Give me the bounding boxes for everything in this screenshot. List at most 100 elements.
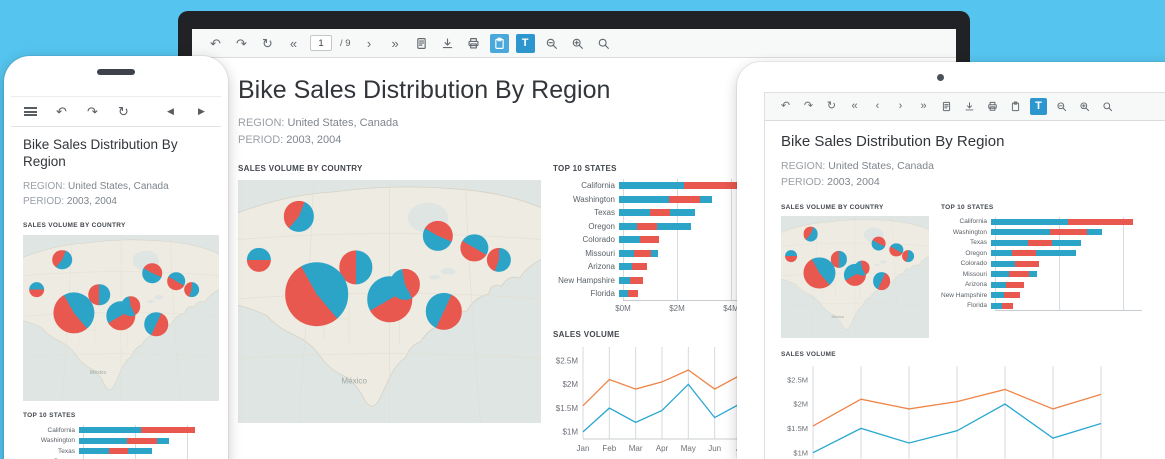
zoom-out-icon [1056, 101, 1067, 112]
download-button[interactable] [961, 98, 978, 115]
bar-category-label: Florida [553, 289, 619, 298]
bar-segment [1029, 271, 1037, 277]
next-page-button[interactable]: ▶ [192, 102, 211, 121]
bar-category-label: Missouri [553, 249, 619, 258]
svg-text:$1M: $1M [562, 427, 578, 436]
bar-category-label: Texas [941, 239, 991, 246]
bar-segment [619, 277, 630, 284]
menu-button[interactable] [21, 102, 40, 121]
bar-row-new-hampshire: New Hampshire [941, 290, 1133, 301]
download-button[interactable] [438, 34, 457, 53]
page-number-input[interactable] [310, 35, 332, 51]
map-section-title: SALES VOLUME BY COUNTRY [781, 204, 929, 211]
last-page-button[interactable]: » [915, 98, 932, 115]
bar-segment [1009, 271, 1030, 277]
bar-segment [630, 277, 644, 284]
stacked-bar [619, 236, 659, 243]
hero-banner: ↶↷↻«/ 9›»T Bike Sales Distribution By Re… [0, 0, 1165, 459]
bar-category-label: Texas [553, 208, 619, 217]
text-select-tool-button[interactable]: T [516, 34, 535, 53]
map-pie-marker [184, 282, 200, 298]
redo-button[interactable]: ↷ [83, 102, 102, 121]
redo-button[interactable]: ↷ [800, 98, 817, 115]
next-page-button[interactable]: › [360, 34, 379, 53]
zoom-out-button[interactable] [1053, 98, 1070, 115]
phone-toolbar: ↶ ↷ ↻ ◀ ▶ [11, 97, 221, 127]
undo-button[interactable]: ↶ [777, 98, 794, 115]
bar-segment [157, 438, 169, 444]
sales-volume-chart: $2.5M$2M$1.5M$1MJanFebMarAprMayJunJul [781, 362, 1153, 459]
x-axis-tick: $2M [669, 304, 685, 313]
top-10-states-chart: CaliforniaWashingtonTexasOregonColoradoM… [23, 425, 209, 459]
stacked-bar [619, 290, 638, 297]
clipboard-icon [1010, 101, 1021, 112]
refresh-icon: ↻ [827, 101, 836, 112]
zoom-out-button[interactable] [542, 34, 561, 53]
stacked-bar [991, 303, 1013, 309]
first-page-button[interactable]: « [284, 34, 303, 53]
refresh-button[interactable]: ↻ [258, 34, 277, 53]
search-button[interactable] [594, 34, 613, 53]
bar-segment [700, 196, 712, 203]
zoom-in-button[interactable] [568, 34, 587, 53]
svg-text:$2.5M: $2.5M [556, 356, 579, 365]
last-page-button[interactable]: » [386, 34, 405, 53]
bar-category-label: California [941, 218, 991, 225]
map-pie-marker [785, 250, 797, 262]
highlight-tool-button[interactable] [490, 34, 509, 53]
zoom-in-icon [571, 37, 584, 50]
zoom-out-icon [545, 37, 558, 50]
stacked-bar [991, 292, 1020, 298]
search-button[interactable] [1099, 98, 1116, 115]
phone-report-page: Bike Sales Distribution By Region REGION… [11, 127, 221, 459]
bar-row-oregon: Oregon [553, 220, 753, 234]
bar-category-label: Missouri [941, 271, 991, 278]
doc-icon [941, 101, 952, 112]
print-button[interactable] [464, 34, 483, 53]
map-pie-marker [902, 250, 914, 262]
text-select-tool-button[interactable]: T [1030, 98, 1047, 115]
bar-segment [1087, 229, 1101, 235]
svg-text:$2M: $2M [793, 399, 808, 408]
bar-category-label: Washington [23, 437, 79, 444]
bar-row-washington: Washington [553, 193, 753, 207]
report-title: Bike Sales Distribution By Region [781, 133, 1153, 150]
redo-button[interactable]: ↷ [232, 34, 251, 53]
bar-segment [991, 271, 1009, 277]
map-pie-marker [873, 273, 891, 291]
export-document-button[interactable] [412, 34, 431, 53]
stacked-bar [79, 448, 152, 454]
prev-page-button[interactable]: ‹ [869, 98, 886, 115]
prev-page-button[interactable]: ◀ [161, 102, 180, 121]
period-value: 2003, 2004 [67, 196, 117, 207]
bar-segment [619, 250, 634, 257]
first-page-button[interactable]: « [846, 98, 863, 115]
x-axis: $0M$2M$4M [623, 304, 747, 314]
export-document-button[interactable] [938, 98, 955, 115]
bar-segment [128, 448, 151, 454]
svg-text:México: México [831, 314, 844, 319]
print-button[interactable] [984, 98, 1001, 115]
line-chart-svg: $2.5M$2M$1.5M$1MJanFebMarAprMayJunJul [781, 362, 1111, 459]
bar-segment [669, 196, 700, 203]
bar-segment [991, 303, 1002, 309]
undo-button[interactable]: ↶ [52, 102, 71, 121]
print-icon [987, 101, 998, 112]
bar-segment [1006, 282, 1024, 288]
highlight-tool-button[interactable] [1007, 98, 1024, 115]
refresh-button[interactable]: ↻ [823, 98, 840, 115]
zoom-in-button[interactable] [1076, 98, 1093, 115]
top-10-states-chart: CaliforniaWashingtonTexasOregonColoradoM… [553, 179, 753, 314]
region-value: United States, Canada [828, 160, 934, 172]
undo-button[interactable]: ↶ [206, 34, 225, 53]
next-page-button[interactable]: › [892, 98, 909, 115]
phone-speaker [97, 69, 135, 75]
first-icon: « [290, 37, 297, 50]
stacked-bar [619, 250, 658, 257]
svg-text:Apr: Apr [656, 444, 669, 453]
download-icon [441, 37, 454, 50]
bar-segment [991, 250, 1012, 256]
bar-segment [127, 438, 157, 444]
undo-icon: ↶ [56, 105, 67, 118]
refresh-button[interactable]: ↻ [114, 102, 133, 121]
